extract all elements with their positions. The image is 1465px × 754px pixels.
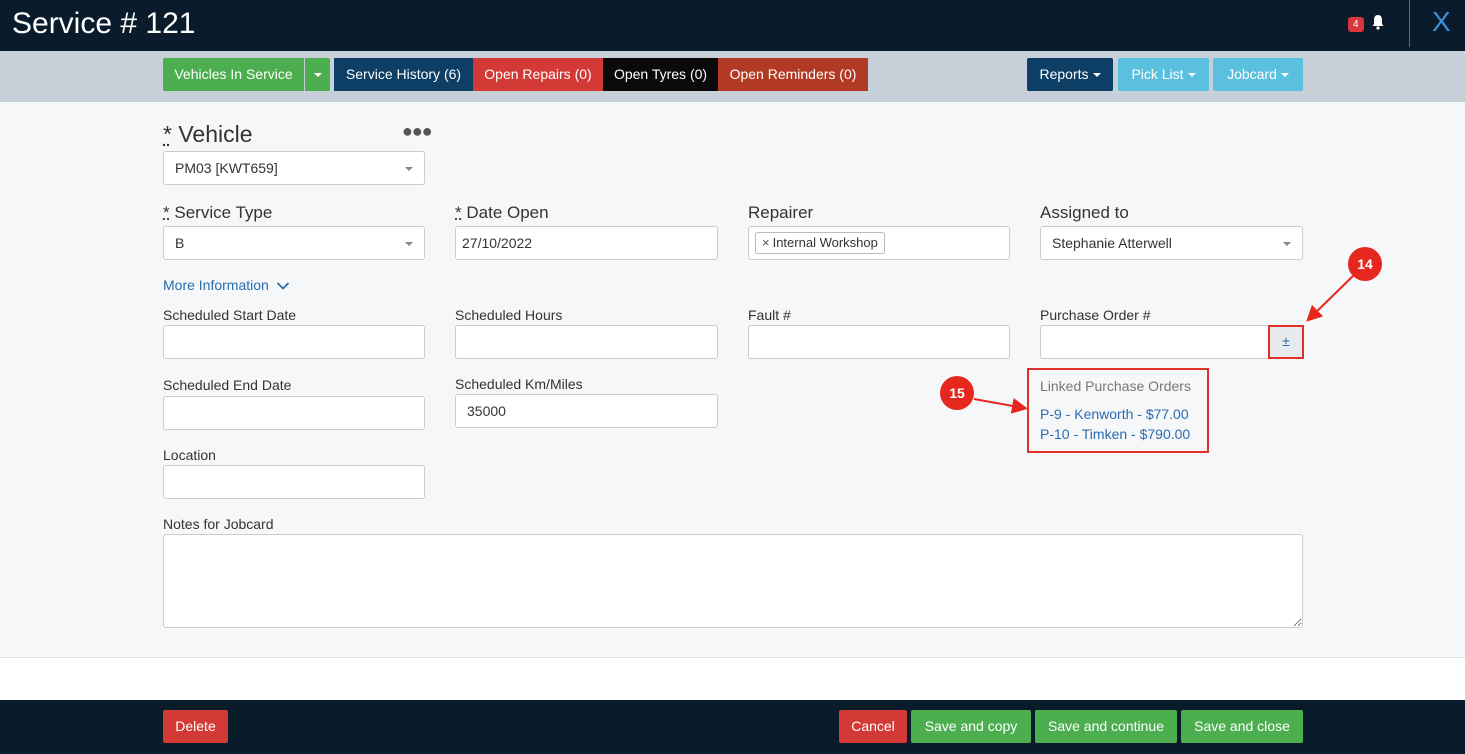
date-open-input[interactable]: 27/10/2022 bbox=[455, 226, 718, 260]
notes-label: Notes for Jobcard bbox=[163, 516, 274, 532]
required-marker: * bbox=[163, 121, 172, 147]
vehicle-label: * Vehicle bbox=[163, 121, 253, 148]
save-and-close-button[interactable]: Save and close bbox=[1181, 710, 1303, 743]
service-type-label: * Service Type bbox=[163, 203, 272, 223]
service-type-label-text: Service Type bbox=[174, 203, 273, 222]
purchase-order-link-button[interactable]: ± bbox=[1268, 325, 1304, 359]
vehicles-in-service-button[interactable]: Vehicles In Service bbox=[163, 58, 304, 91]
jobcard-dropdown[interactable]: Jobcard bbox=[1213, 58, 1303, 91]
jobcard-label: Jobcard bbox=[1227, 66, 1277, 82]
repairer-multiselect[interactable]: × Internal Workshop bbox=[748, 226, 1010, 260]
location-label: Location bbox=[163, 447, 216, 463]
service-type-select[interactable]: B bbox=[163, 226, 425, 260]
fault-input[interactable] bbox=[748, 325, 1010, 359]
chevron-down-icon bbox=[276, 282, 289, 291]
delete-button[interactable]: Delete bbox=[163, 710, 228, 743]
repairer-tag: × Internal Workshop bbox=[755, 232, 885, 254]
purchase-order-input[interactable] bbox=[1040, 325, 1269, 359]
date-open-label: * Date Open bbox=[455, 203, 549, 223]
callout-15: 15 bbox=[940, 376, 974, 410]
linked-purchase-orders-title: Linked Purchase Orders bbox=[1040, 378, 1191, 394]
scheduled-end-label: Scheduled End Date bbox=[163, 377, 292, 393]
caret-down-icon bbox=[1092, 73, 1101, 78]
tag-remove-icon[interactable]: × bbox=[762, 235, 770, 250]
scheduled-start-input[interactable] bbox=[163, 325, 425, 359]
save-and-continue-button[interactable]: Save and continue bbox=[1035, 710, 1177, 743]
open-reminders-button[interactable]: Open Reminders (0) bbox=[718, 58, 868, 91]
vehicles-dropdown-toggle[interactable] bbox=[305, 58, 330, 91]
caret-down-icon bbox=[405, 242, 413, 246]
repairer-tag-label: Internal Workshop bbox=[772, 235, 878, 250]
linked-po-link[interactable]: P-10 - Timken - $790.00 bbox=[1040, 426, 1190, 442]
notes-textarea[interactable] bbox=[163, 534, 1303, 628]
linked-po-link[interactable]: P-9 - Kenworth - $77.00 bbox=[1040, 406, 1189, 422]
linked-purchase-orders-panel: Linked Purchase Orders P-9 - Kenworth - … bbox=[1027, 368, 1209, 453]
caret-down-icon bbox=[405, 167, 413, 171]
caret-down-icon bbox=[1283, 242, 1291, 246]
tab-bar: Vehicles In Service Service History (6) … bbox=[0, 51, 1465, 102]
assigned-to-value: Stephanie Atterwell bbox=[1052, 235, 1172, 251]
fault-label: Fault # bbox=[748, 307, 791, 323]
caret-down-icon bbox=[1280, 73, 1289, 78]
content-bottom-band bbox=[0, 657, 1465, 700]
open-repairs-button[interactable]: Open Repairs (0) bbox=[473, 58, 603, 91]
date-open-label-text: Date Open bbox=[466, 203, 549, 222]
scheduled-hours-input[interactable] bbox=[455, 325, 718, 359]
cancel-button[interactable]: Cancel bbox=[839, 710, 907, 743]
scheduled-end-input[interactable] bbox=[163, 396, 425, 430]
bell-icon[interactable] bbox=[1371, 14, 1385, 30]
required-marker: * bbox=[455, 203, 462, 222]
purchase-order-label: Purchase Order # bbox=[1040, 307, 1151, 323]
top-header: Service # 121 4 X bbox=[0, 0, 1465, 51]
close-button[interactable]: X bbox=[1432, 6, 1451, 38]
notification-badge[interactable]: 4 bbox=[1348, 17, 1364, 32]
assigned-to-label: Assigned to bbox=[1040, 203, 1129, 222]
service-history-button[interactable]: Service History (6) bbox=[334, 58, 473, 91]
vehicle-label-text: Vehicle bbox=[178, 121, 253, 147]
vehicle-value: PM03 [KWT659] bbox=[175, 160, 278, 176]
scheduled-hours-label: Scheduled Hours bbox=[455, 307, 563, 323]
reports-dropdown[interactable]: Reports bbox=[1027, 58, 1113, 91]
header-divider bbox=[1409, 0, 1410, 47]
scheduled-start-label: Scheduled Start Date bbox=[163, 307, 297, 323]
pick-list-label: Pick List bbox=[1131, 66, 1184, 82]
caret-down-icon bbox=[1187, 73, 1196, 78]
repairer-label: Repairer bbox=[748, 203, 814, 222]
page-title: Service # 121 bbox=[12, 7, 196, 40]
scheduled-km-label: Scheduled Km/Miles bbox=[455, 376, 583, 392]
more-options-icon[interactable]: ●●● bbox=[402, 121, 433, 142]
more-information-toggle[interactable]: More Information bbox=[163, 277, 290, 293]
footer-bar: Delete Cancel Save and copy Save and con… bbox=[0, 700, 1465, 754]
required-marker: * bbox=[163, 203, 170, 222]
assigned-to-select[interactable]: Stephanie Atterwell bbox=[1040, 226, 1303, 260]
save-and-copy-button[interactable]: Save and copy bbox=[911, 710, 1031, 743]
reports-label: Reports bbox=[1039, 66, 1089, 82]
vehicle-select[interactable]: PM03 [KWT659] bbox=[163, 151, 425, 185]
caret-down-icon bbox=[313, 73, 322, 78]
scheduled-km-input[interactable]: 35000 bbox=[455, 394, 718, 428]
open-tyres-button[interactable]: Open Tyres (0) bbox=[603, 58, 718, 91]
callout-14: 14 bbox=[1348, 247, 1382, 281]
more-information-label: More Information bbox=[163, 277, 269, 293]
pick-list-dropdown[interactable]: Pick List bbox=[1118, 58, 1209, 91]
location-input[interactable] bbox=[163, 465, 425, 499]
service-type-value: B bbox=[175, 235, 185, 251]
